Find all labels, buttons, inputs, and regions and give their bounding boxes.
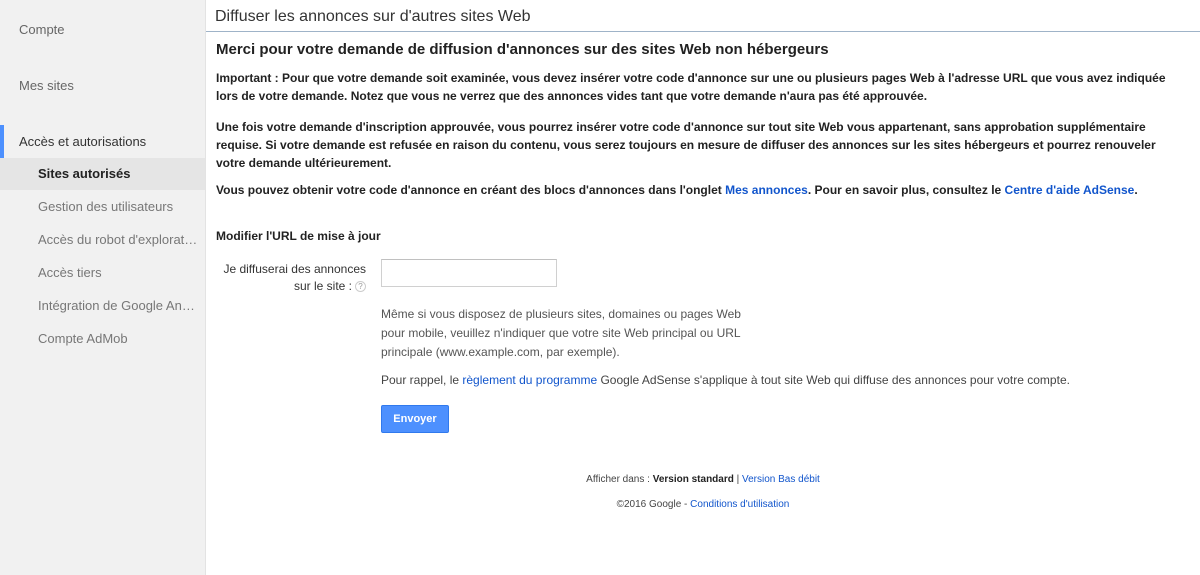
sidebar-item-my-sites[interactable]: Mes sites <box>19 78 74 93</box>
sidebar-item-account[interactable]: Compte <box>19 22 65 37</box>
reminder-prefix: Pour rappel, le <box>381 373 463 387</box>
site-field-label-text: Je diffuserai des annonces sur le site : <box>223 262 366 293</box>
program-policy-reminder: Pour rappel, le règlement du programme G… <box>381 373 1070 387</box>
sidebar-item-admob-account[interactable]: Compte AdMob <box>0 323 205 355</box>
footer-separator: | <box>733 474 742 485</box>
sidebar-item-label: Sites autorisés <box>38 166 131 181</box>
sidebar-item-label: Accès tiers <box>38 265 102 280</box>
low-bandwidth-link[interactable]: Version Bas débit <box>742 474 820 485</box>
update-url-heading: Modifier l'URL de mise à jour <box>216 229 381 243</box>
standard-version-label: Version standard <box>652 474 734 485</box>
ad-code-info-suffix: . <box>1134 183 1138 197</box>
important-notice: Important : Pour que votre demande soit … <box>216 71 1166 103</box>
sidebar-section-access[interactable]: Accès et autorisations <box>0 125 205 158</box>
copyright-text: ©2016 Google - <box>616 499 691 510</box>
sidebar-item-user-management[interactable]: Gestion des utilisateurs <box>0 191 205 223</box>
adsense-help-center-link[interactable]: Centre d'aide AdSense <box>1005 183 1135 197</box>
site-url-input[interactable] <box>381 259 557 287</box>
terms-link[interactable]: Conditions d'utilisation <box>690 499 789 510</box>
sidebar: Compte Mes sites Accès et autorisations … <box>0 0 206 575</box>
approval-notice: Une fois votre demande d'inscription app… <box>216 120 1156 170</box>
ad-code-info-prefix: Vous pouvez obtenir votre code d'annonce… <box>216 183 726 197</box>
sidebar-item-authorized-sites[interactable]: Sites autorisés <box>0 158 205 190</box>
sidebar-section-label: Accès et autorisations <box>19 134 147 149</box>
sidebar-item-crawler-access[interactable]: Accès du robot d'exploration <box>0 224 205 256</box>
site-field-label: Je diffuserai des annonces sur le site :… <box>216 261 366 295</box>
site-field-hint: Même si vous disposez de plusieurs sites… <box>381 307 741 359</box>
ad-code-info-middle: . Pour en savoir plus, consultez le <box>807 183 1005 197</box>
submit-button[interactable]: Envoyer <box>381 405 449 433</box>
confirmation-heading: Merci pour votre demande de diffusion d'… <box>216 41 829 58</box>
ad-code-info: Vous pouvez obtenir votre code d'annonce… <box>216 181 1186 199</box>
header-divider <box>206 31 1200 32</box>
sidebar-item-third-party-access[interactable]: Accès tiers <box>0 257 205 289</box>
footer-copyright: ©2016 Google - Conditions d'utilisation <box>0 499 1200 510</box>
help-icon[interactable]: ? <box>355 281 366 293</box>
footer-display-options: Afficher dans : Version standard | Versi… <box>0 474 1200 485</box>
sidebar-item-label: Intégration de Google Analytics <box>38 298 198 313</box>
sidebar-item-label: Compte AdMob <box>38 331 128 346</box>
sidebar-item-label: Accès du robot d'exploration <box>38 232 198 247</box>
sidebar-item-label: Gestion des utilisateurs <box>38 199 174 214</box>
program-policies-link[interactable]: règlement du programme <box>462 373 597 387</box>
sidebar-item-analytics-integration[interactable]: Intégration de Google Analytics <box>0 290 205 322</box>
display-prefix: Afficher dans : <box>586 474 653 485</box>
my-ads-link[interactable]: Mes annonces <box>725 183 808 197</box>
reminder-suffix: Google AdSense s'applique à tout site We… <box>597 373 1070 387</box>
page-title: Diffuser les annonces sur d'autres sites… <box>215 8 531 25</box>
